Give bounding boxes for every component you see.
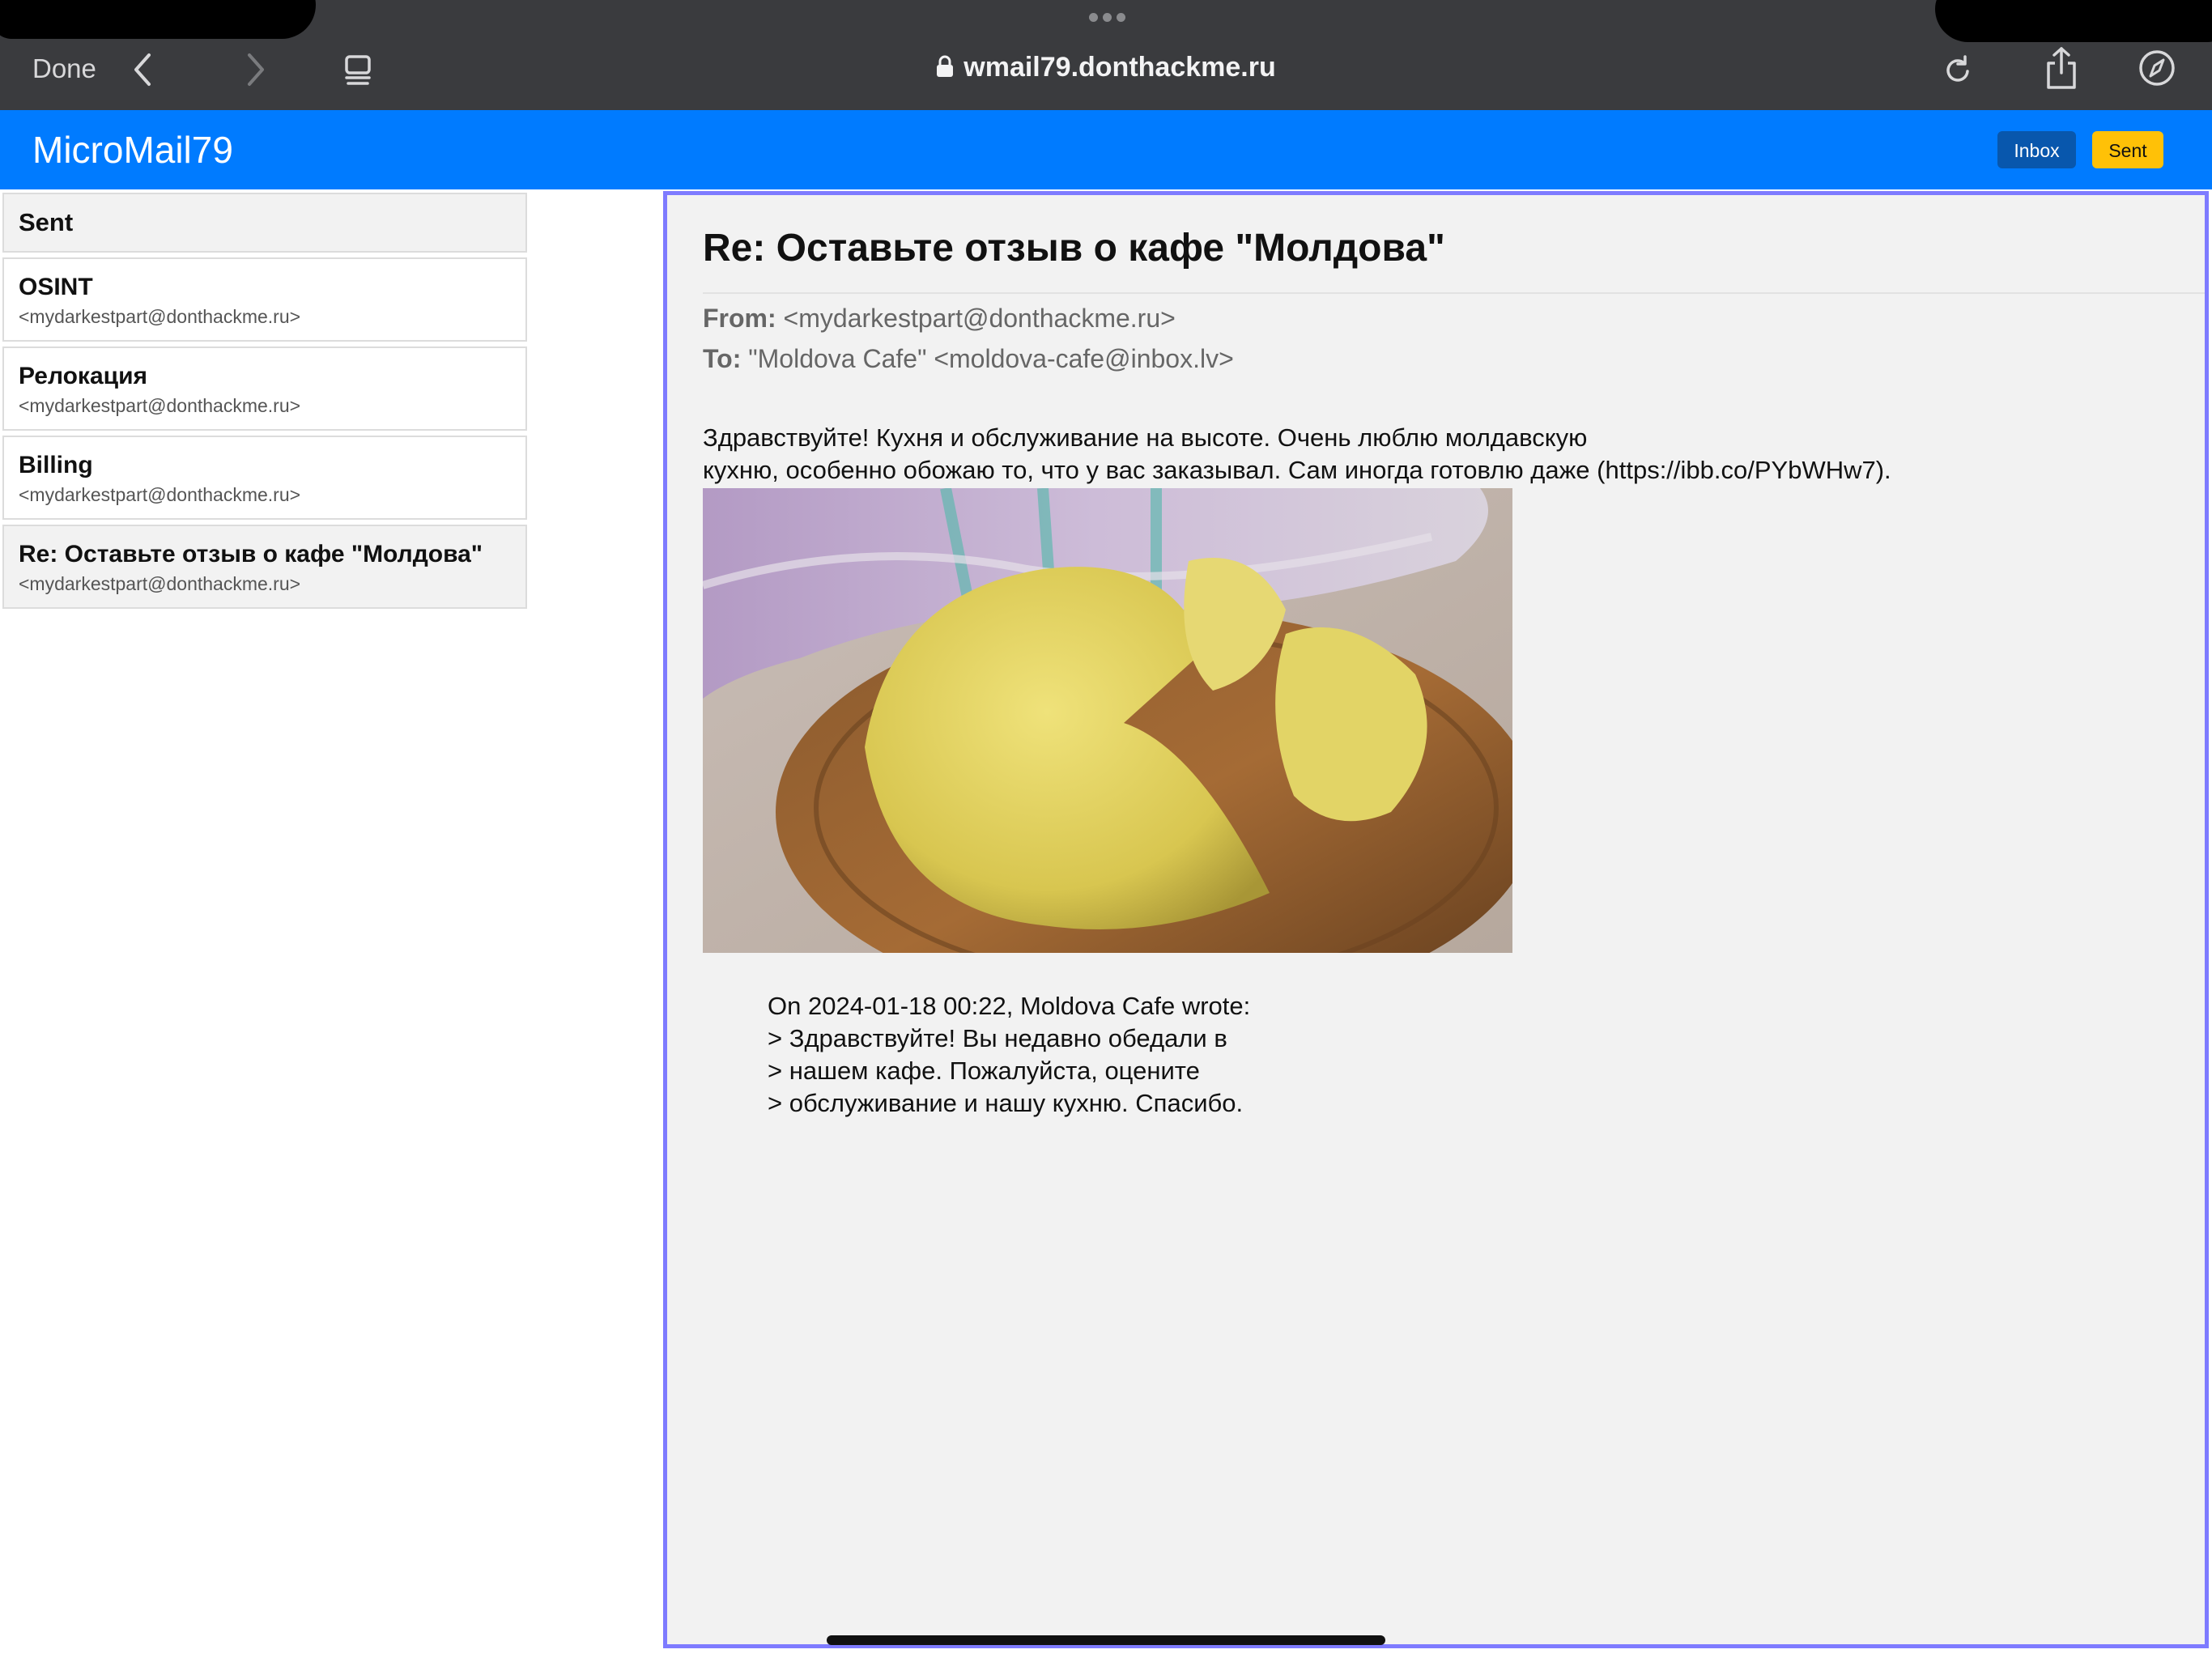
attached-photo: [703, 488, 1512, 953]
mail-list-item-selected[interactable]: Re: Оставьте отзыв о кафе "Молдова" <myd…: [2, 525, 527, 609]
mail-list: Sent OSINT <mydarkestpart@donthackme.ru>…: [2, 193, 527, 609]
message-subject: Re: Оставьте отзыв о кафе "Молдова": [703, 227, 1445, 270]
redaction-right: [1935, 0, 2212, 42]
mail-list-item[interactable]: OSINT <mydarkestpart@donthackme.ru>: [2, 257, 527, 342]
mail-subject: Релокация: [19, 363, 148, 389]
more-dots-icon[interactable]: [1089, 13, 1125, 22]
quote-line: > нашем кафе. Пожалуйста, оцените: [768, 1056, 1200, 1085]
app-header: MicroMail79 Inbox Sent: [0, 110, 2212, 189]
mail-sender: <mydarkestpart@donthackme.ru>: [19, 395, 301, 416]
reload-icon[interactable]: [1942, 50, 1974, 89]
url-text: wmail79.donthackme.ru: [963, 52, 1276, 83]
sent-button[interactable]: Sent: [2092, 131, 2163, 168]
share-icon[interactable]: [2044, 45, 2079, 91]
mail-sender: <mydarkestpart@donthackme.ru>: [19, 573, 301, 594]
message-view: Re: Оставьте отзыв о кафе "Молдова" From…: [663, 191, 2209, 1648]
address-bar[interactable]: wmail79.donthackme.ru: [0, 52, 2212, 83]
app-title: MicroMail79: [32, 129, 233, 171]
from-value: <mydarkestpart@donthackme.ru>: [783, 304, 1176, 333]
mail-sender: <mydarkestpart@donthackme.ru>: [19, 306, 301, 327]
mail-list-item[interactable]: Релокация <mydarkestpart@donthackme.ru>: [2, 346, 527, 431]
mail-list-item[interactable]: Billing <mydarkestpart@donthackme.ru>: [2, 436, 527, 520]
home-indicator[interactable]: [827, 1635, 1385, 1645]
browser-toolbar: Done wmail79.donthackme.ru: [0, 0, 2212, 110]
mail-sender: <mydarkestpart@donthackme.ru>: [19, 484, 301, 505]
lock-icon: [937, 55, 954, 77]
subject-divider: [703, 292, 2205, 294]
quote-line: On 2024-01-18 00:22, Moldova Cafe wrote:: [768, 992, 1251, 1020]
compass-icon[interactable]: [2138, 49, 2176, 87]
folder-heading: Sent: [2, 193, 527, 253]
redaction-left: [0, 0, 316, 39]
inbox-button[interactable]: Inbox: [1997, 131, 2076, 168]
mail-subject: OSINT: [19, 274, 93, 300]
body-text-line: Здравствуйте! Кухня и обслуживание на вы…: [703, 423, 1588, 452]
to-label: To:: [703, 344, 742, 373]
body-text-line: кухню, особенно обожаю то, что у вас зак…: [703, 456, 1891, 484]
to-value: "Moldova Cafe" <moldova-cafe@inbox.lv>: [748, 344, 1234, 373]
quote-line: > Здравствуйте! Вы недавно обедали в: [768, 1024, 1227, 1052]
from-line: From: <mydarkestpart@donthackme.ru>: [703, 304, 1176, 334]
to-line: To: "Moldova Cafe" <moldova-cafe@inbox.l…: [703, 344, 1234, 374]
mail-subject: Billing: [19, 452, 93, 478]
from-label: From:: [703, 304, 776, 333]
mail-subject: Re: Оставьте отзыв о кафе "Молдова": [19, 541, 483, 568]
quote-line: > обслуживание и нашу кухню. Спасибо.: [768, 1089, 1244, 1117]
